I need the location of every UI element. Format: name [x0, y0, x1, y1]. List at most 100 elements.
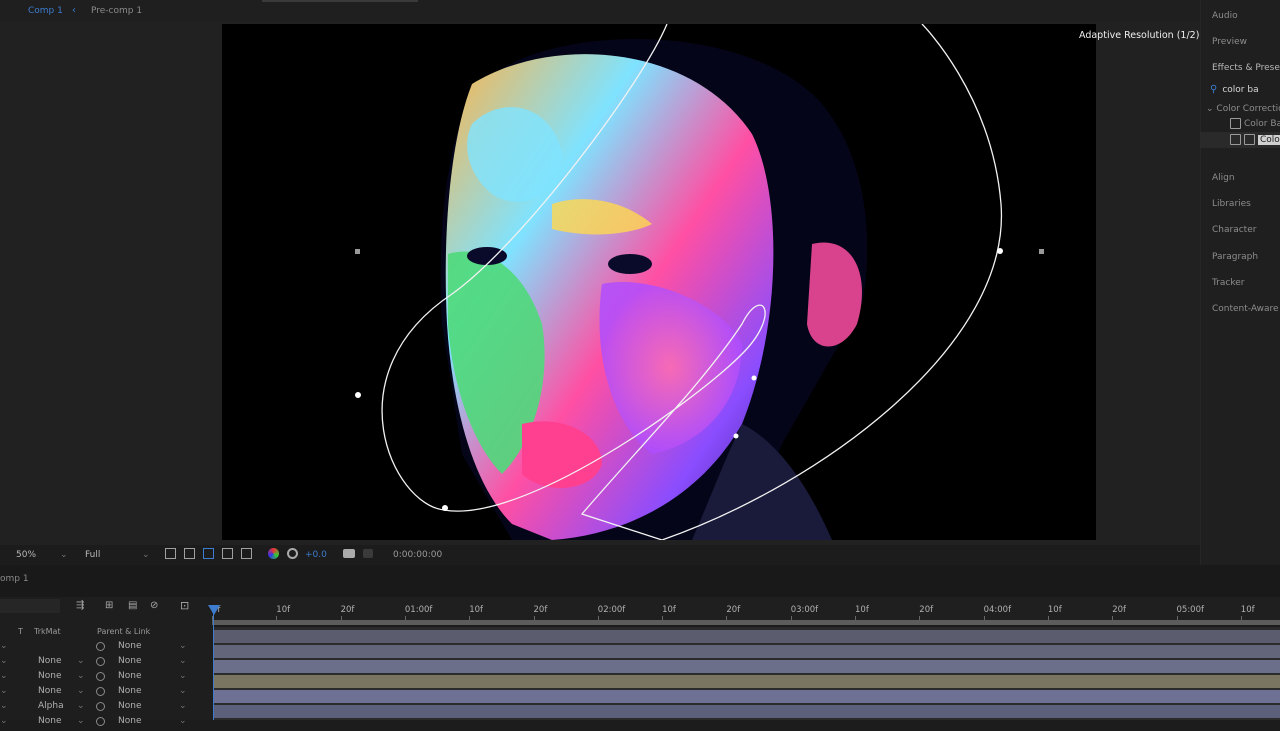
chevron-down-icon[interactable]: ⌄: [0, 701, 8, 711]
current-time-indicator-handle[interactable]: [208, 605, 220, 615]
ruler-tick-label: 04:00f: [983, 605, 1011, 621]
chevron-down-icon[interactable]: ⌄: [77, 716, 85, 726]
ruler-tick-label: 10f: [1047, 605, 1062, 621]
zoom-level[interactable]: 50%: [16, 550, 36, 560]
compositions-mini-flowchart-icon[interactable]: ⇶: [76, 600, 84, 611]
chevron-down-icon[interactable]: ⌄: [77, 671, 85, 681]
current-timecode[interactable]: 0:00:00:00: [393, 550, 442, 560]
chevron-down-icon[interactable]: ⌄: [60, 550, 68, 560]
ruler-tick-label: 20f: [1112, 605, 1126, 621]
frame-blending-icon[interactable]: ⊘: [150, 600, 158, 611]
track-matte-select[interactable]: Alpha: [38, 701, 64, 711]
ruler-tick-label: 02:00f: [597, 605, 625, 621]
grid-overlay-icon[interactable]: [241, 548, 252, 559]
layer-duration-bar[interactable]: [214, 645, 1280, 658]
pick-whip-icon[interactable]: [96, 642, 105, 651]
chevron-down-icon[interactable]: ⌄: [0, 671, 8, 681]
camera-snapshot-icon[interactable]: [343, 549, 355, 558]
parent-select[interactable]: None: [118, 671, 141, 681]
effect-icon-secondary: [1244, 134, 1255, 145]
timeline-tab-comp-1[interactable]: omp 1: [0, 574, 29, 584]
column-header-t: T: [18, 627, 23, 636]
layer-duration-bar[interactable]: [214, 675, 1280, 688]
color-channels-icon[interactable]: [268, 548, 279, 559]
panel-audio[interactable]: Audio: [1212, 11, 1238, 21]
layer-row[interactable]: ⌄ None ⌄ None ⌄: [0, 671, 212, 686]
pick-whip-icon[interactable]: [96, 702, 105, 711]
layer-row[interactable]: ⌄ None ⌄ None ⌄: [0, 656, 212, 671]
track-matte-select[interactable]: None: [38, 656, 61, 666]
timeline-search-input[interactable]: [0, 599, 60, 613]
effect-item-color-balance[interactable]: Color Ba: [1230, 118, 1280, 129]
parent-select[interactable]: None: [118, 686, 141, 696]
ruler-tick-label: 20f: [919, 605, 933, 621]
layer-row[interactable]: ⌄ None ⌄ None ⌄: [0, 716, 212, 731]
parent-select[interactable]: None: [118, 701, 141, 711]
pick-whip-icon[interactable]: [96, 687, 105, 696]
effect-category-color-correction[interactable]: ⌄ Color Correctio: [1206, 104, 1280, 114]
chevron-down-icon[interactable]: ⌄: [179, 716, 187, 726]
track-matte-select[interactable]: None: [38, 671, 61, 681]
panel-character[interactable]: Character: [1212, 225, 1256, 235]
chevron-down-icon[interactable]: ⌄: [179, 641, 187, 651]
chevron-down-icon[interactable]: ⌄: [77, 701, 85, 711]
ruler-tick-label: 10f: [276, 605, 290, 621]
graph-editor-icon[interactable]: ⊡: [180, 599, 189, 612]
parent-select[interactable]: None: [118, 656, 141, 666]
layer-duration-bar[interactable]: [214, 630, 1280, 643]
panel-paragraph[interactable]: Paragraph: [1212, 252, 1258, 262]
chevron-down-icon[interactable]: ⌄: [0, 686, 8, 696]
panel-align[interactable]: Align: [1212, 173, 1235, 183]
chevron-down-icon[interactable]: ⌄: [0, 641, 8, 651]
mask-visibility-icon[interactable]: [203, 548, 214, 559]
breadcrumb-precomp-1[interactable]: Pre-comp 1: [91, 6, 142, 16]
layer-row[interactable]: ⌄ None ⌄: [0, 641, 212, 656]
layer-row[interactable]: ⌄ Alpha ⌄ None ⌄: [0, 701, 212, 716]
chevron-down-icon[interactable]: ⌄: [77, 686, 85, 696]
show-snapshot-icon[interactable]: [363, 549, 373, 558]
timeline-header: [0, 565, 1280, 597]
panel-effects-presets[interactable]: Effects & Presets: [1212, 63, 1280, 73]
chevron-down-icon[interactable]: ⌄: [179, 656, 187, 666]
chevron-down-icon[interactable]: ⌄: [179, 671, 187, 681]
effects-search-value[interactable]: color ba: [1222, 85, 1258, 95]
ruler-tick-label: 01:00f: [404, 605, 432, 621]
parent-select[interactable]: None: [118, 716, 141, 726]
breadcrumb-comp-1[interactable]: Comp 1: [28, 6, 63, 16]
effects-search-field[interactable]: ⚲ color ba: [1210, 84, 1259, 95]
chevron-down-icon[interactable]: ⌄: [0, 656, 8, 666]
psychedelic-portrait-image: [355, 24, 1044, 540]
resolution-select[interactable]: Full: [85, 550, 100, 560]
chevron-down-icon[interactable]: ⌄: [0, 716, 8, 726]
panel-tracker[interactable]: Tracker: [1212, 278, 1244, 288]
ruler-tick-label: 10f: [1240, 605, 1255, 621]
guides-icon[interactable]: [222, 548, 233, 559]
effect-icon: [1230, 134, 1241, 145]
layer-row[interactable]: ⌄ None ⌄ None ⌄: [0, 686, 212, 701]
pick-whip-icon[interactable]: [96, 657, 105, 666]
transparency-grid-icon[interactable]: [184, 548, 195, 559]
panel-libraries[interactable]: Libraries: [1212, 199, 1251, 209]
chevron-down-icon[interactable]: ⌄: [77, 656, 85, 666]
parent-select[interactable]: None: [118, 641, 141, 651]
chevron-down-icon[interactable]: ⌄: [179, 701, 187, 711]
layer-duration-bar[interactable]: [214, 690, 1280, 703]
chevron-down-icon[interactable]: ⌄: [142, 550, 150, 560]
region-of-interest-icon[interactable]: [165, 548, 176, 559]
work-area-bar[interactable]: [212, 620, 1280, 625]
reset-exposure-icon[interactable]: [287, 548, 298, 559]
panel-content-aware-fill[interactable]: Content-Aware: [1212, 304, 1279, 314]
chevron-down-icon[interactable]: ⌄: [179, 686, 187, 696]
track-matte-select[interactable]: None: [38, 686, 61, 696]
shy-layers-icon[interactable]: ▤: [128, 600, 137, 611]
pick-whip-icon[interactable]: [96, 717, 105, 726]
pick-whip-icon[interactable]: [96, 672, 105, 681]
layer-duration-bar[interactable]: [214, 660, 1280, 673]
exposure-value[interactable]: +0.0: [305, 550, 327, 560]
panel-preview[interactable]: Preview: [1212, 37, 1247, 47]
layer-duration-bar[interactable]: [214, 705, 1280, 718]
track-matte-select[interactable]: None: [38, 716, 61, 726]
draft-3d-icon[interactable]: ⊞: [105, 600, 113, 611]
composition-canvas[interactable]: [222, 24, 1096, 540]
effect-item-selected[interactable]: Colo: [1230, 134, 1280, 145]
